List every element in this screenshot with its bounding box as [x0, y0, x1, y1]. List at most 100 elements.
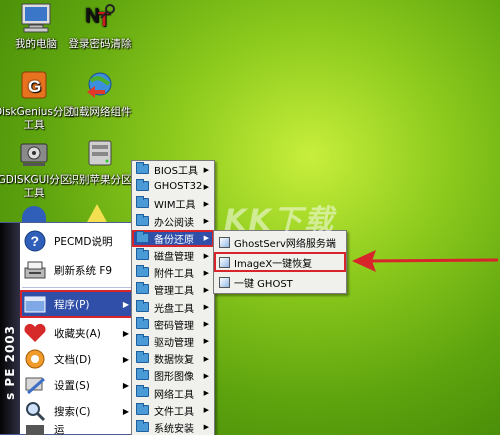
submenu-item-label: 管理工具	[154, 286, 194, 298]
folder-icon	[136, 162, 149, 174]
computer-icon	[19, 2, 53, 34]
menu-item-label: 一键 GHOST	[234, 278, 293, 290]
submenu-item[interactable]: BIOS工具 ▶	[132, 161, 214, 178]
desktop-icon-login-password-clear[interactable]: N T 登录密码清除	[54, 2, 146, 51]
folder-icon	[136, 265, 149, 278]
start-menu-strip-text: s PE 2003	[3, 325, 17, 400]
submenu-item-label: 系统安装	[154, 423, 194, 435]
start-menu: s PE 2003 ? PECMD说明 刷新系统 F9 程序(P) ▶ 收藏夹(…	[0, 222, 136, 435]
favorites-icon	[22, 321, 48, 345]
submenu-item[interactable]: GHOST32 ▶	[132, 178, 214, 195]
help-icon: ?	[22, 229, 48, 253]
submenu-item[interactable]: 附件工具 ▶	[132, 264, 214, 281]
chevron-right-icon: ▶	[203, 423, 209, 432]
submenu-item-label: 备份还原	[154, 234, 194, 246]
start-item-label: 收藏夹(A)	[54, 327, 101, 340]
folder-icon	[136, 213, 149, 226]
folder-icon	[136, 368, 149, 381]
submenu-item[interactable]: 图形图像 ▶	[132, 367, 214, 384]
folder-icon	[136, 179, 149, 192]
submenu-item[interactable]: 密码管理 ▶	[132, 316, 214, 333]
desktop-icon-label-line2: 工具	[23, 187, 45, 199]
desktop-icon-label: 登录密码清除	[68, 38, 132, 50]
chevron-right-icon: ▶	[203, 320, 209, 329]
desktop-icon-label: 加载网络组件	[68, 106, 132, 118]
submenu-item[interactable]: 文件工具 ▶	[132, 402, 214, 419]
folder-icon	[136, 333, 149, 346]
submenu-item-label: WIM工具	[154, 200, 196, 212]
submenu-item[interactable]: WIM工具 ▶	[132, 195, 214, 212]
menu-item-imagex-restore[interactable]: ImageX一键恢复	[214, 252, 346, 272]
menu-item-label: ImageX一键恢复	[234, 258, 313, 270]
chevron-right-icon: ▶	[122, 354, 129, 364]
start-menu-side-strip: s PE 2003	[0, 223, 20, 434]
folder-icon	[136, 230, 149, 243]
chevron-right-icon: ▶	[203, 337, 209, 346]
submenu-item-backup-restore[interactable]: 备份还原 ▶	[132, 229, 214, 247]
submenu-item-label: 办公阅读	[154, 217, 194, 229]
start-item-documents[interactable]: 文档(D) ▶	[20, 345, 135, 373]
chevron-right-icon: ▶	[122, 406, 129, 416]
start-item-label: 文档(D)	[54, 353, 92, 366]
start-item-label: 刷新系统 F9	[54, 264, 113, 277]
start-item-label: PECMD说明	[54, 235, 113, 248]
submenu-item-label: 数据恢复	[154, 355, 194, 367]
start-item-label: 程序(P)	[54, 298, 90, 311]
submenu-item-label: 密码管理	[154, 320, 194, 332]
chevron-right-icon: ▶	[203, 354, 209, 363]
chevron-right-icon: ▶	[203, 199, 209, 208]
submenu-item-label: 驱动管理	[154, 337, 194, 349]
folder-icon	[136, 351, 149, 364]
submenu-item[interactable]: 数据恢复 ▶	[132, 350, 214, 367]
diskgenius-icon: G	[17, 70, 51, 102]
folder-icon	[136, 385, 149, 398]
search-icon	[22, 399, 48, 423]
submenu-item[interactable]: 管理工具 ▶	[132, 281, 214, 298]
nt-key-icon: N T	[83, 2, 117, 34]
start-item-search[interactable]: 搜索(C) ▶	[20, 397, 135, 425]
run-icon	[22, 423, 48, 435]
folder-icon	[136, 299, 149, 312]
start-item-run[interactable]: 运	[20, 423, 135, 435]
folder-icon	[136, 402, 149, 415]
desktop-icon-label-line2: 工具	[23, 119, 45, 131]
desktop-icon-load-network[interactable]: 加载网络组件	[54, 70, 146, 119]
red-arrow-annotation	[352, 250, 498, 272]
menu-item-onekey-ghost[interactable]: 一键 GHOST	[214, 272, 346, 292]
submenu-item-label: 图形图像	[154, 372, 194, 384]
start-item-favorites[interactable]: 收藏夹(A) ▶	[20, 319, 135, 347]
chevron-right-icon: ▶	[203, 303, 209, 312]
folder-icon	[136, 419, 149, 432]
start-item-label: 运	[54, 423, 65, 435]
programs-submenu: BIOS工具 ▶ GHOST32 ▶ WIM工具 ▶ 办公阅读 ▶ 备份还原 ▶ 磁盘管理…	[131, 160, 215, 435]
chevron-right-icon: ▶	[203, 389, 209, 398]
programs-icon	[22, 292, 48, 316]
submenu-item-label: BIOS工具	[154, 166, 199, 178]
start-item-label: 设置(S)	[54, 379, 90, 392]
chevron-right-icon: ▶	[122, 380, 129, 390]
submenu-item[interactable]: 驱动管理 ▶	[132, 333, 214, 350]
chevron-right-icon: ▶	[122, 299, 129, 309]
submenu-item[interactable]: 系统安装 ▶	[132, 419, 214, 435]
start-item-refresh[interactable]: 刷新系统 F9	[20, 256, 135, 284]
chevron-right-icon: ▶	[203, 234, 209, 243]
folder-icon	[136, 316, 149, 329]
chevron-right-icon: ▶	[203, 268, 209, 277]
backup-restore-submenu: GhostServ网络服务端 ImageX一键恢复 一键 GHOST	[213, 230, 347, 294]
submenu-item[interactable]: 光盘工具 ▶	[132, 299, 214, 316]
submenu-item[interactable]: 办公阅读 ▶	[132, 213, 214, 230]
start-menu-separator	[22, 287, 132, 288]
ghost-icon	[219, 277, 230, 288]
svg-text:?: ?	[31, 233, 40, 249]
chevron-right-icon: ▶	[203, 182, 209, 191]
submenu-item-label: 网络工具	[154, 389, 194, 401]
submenu-item[interactable]: 磁盘管理 ▶	[132, 247, 214, 264]
start-item-settings[interactable]: 设置(S) ▶	[20, 371, 135, 399]
imagex-icon	[219, 257, 230, 268]
submenu-item-label: 附件工具	[154, 269, 194, 281]
submenu-item[interactable]: 网络工具 ▶	[132, 384, 214, 401]
start-item-pecmd-help[interactable]: ? PECMD说明	[20, 227, 135, 255]
refresh-icon	[22, 258, 48, 282]
start-item-label: 搜索(C)	[54, 405, 91, 418]
start-item-programs[interactable]: 程序(P) ▶	[20, 290, 135, 318]
